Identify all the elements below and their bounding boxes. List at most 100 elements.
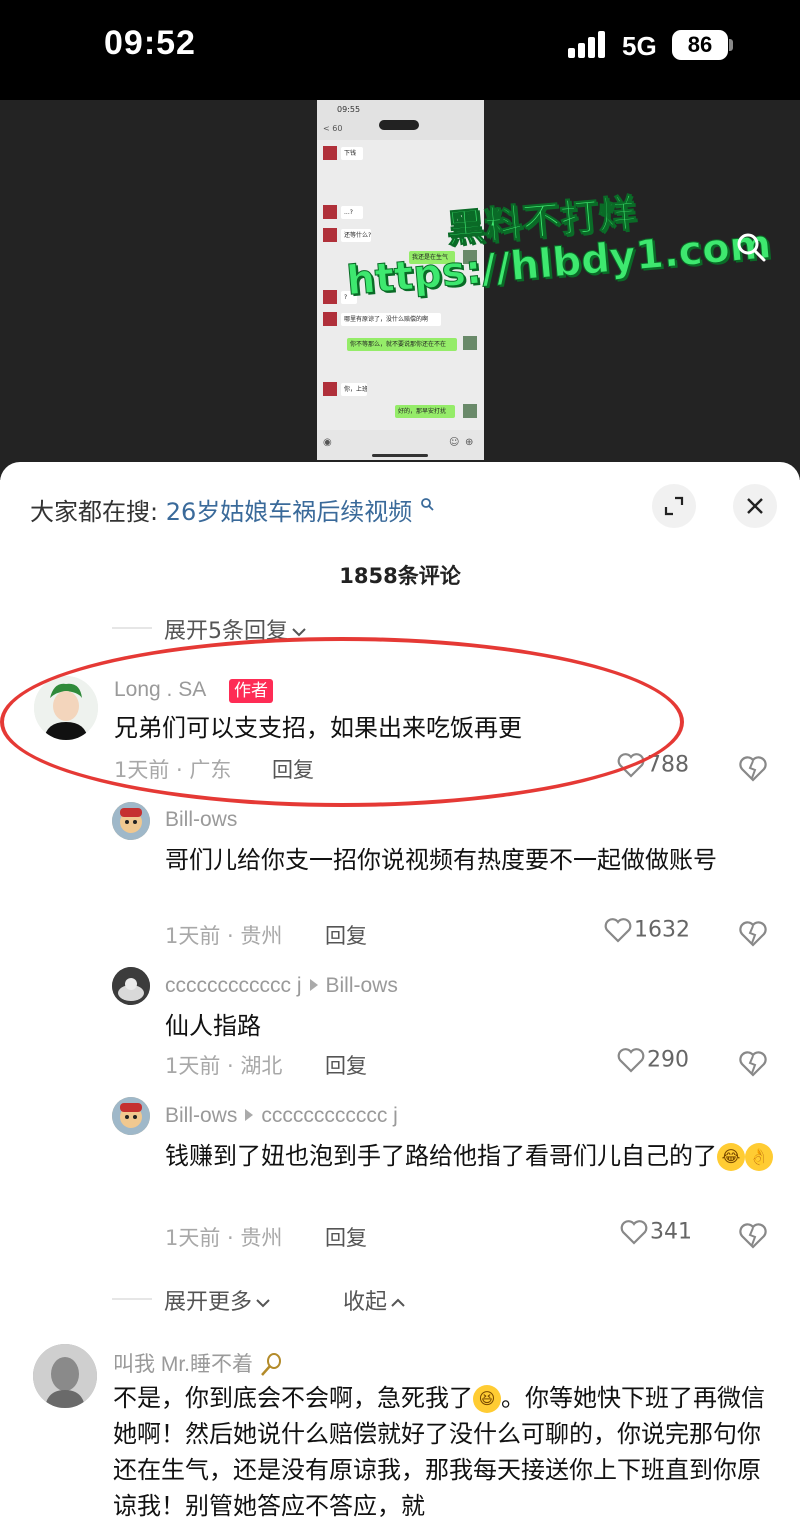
username[interactable]: 叫我 Mr.睡不着 — [113, 1348, 283, 1378]
avatar[interactable] — [112, 1097, 150, 1135]
dislike-icon[interactable] — [738, 1220, 768, 1250]
collapse-label: 收起 — [343, 1290, 388, 1315]
chevron-down-icon — [256, 1299, 270, 1308]
chat-bubble: 你，上班了 — [341, 383, 367, 396]
chat-avatar — [323, 290, 337, 304]
emoji-icon: ☺ — [449, 437, 460, 448]
suggested-search-term[interactable]: 26岁姑娘车祸后续视频 — [166, 498, 413, 526]
network-type: 5G — [622, 31, 657, 61]
comment-text-body: 钱赚到了妞也泡到手了路给他指了看哥们儿自己的了 — [165, 1142, 717, 1170]
reply-button[interactable]: 回复 — [272, 754, 314, 784]
reply-button[interactable]: 回复 — [325, 1050, 367, 1080]
like-button[interactable]: 341 — [620, 1219, 692, 1249]
chat-bubble: 还等什么? — [341, 229, 371, 242]
plus-icon: ⊕ — [465, 437, 474, 448]
username-text: 叫我 Mr.睡不着 — [113, 1353, 253, 1376]
username[interactable]: Bill-ows cccccccccccc j — [165, 1104, 398, 1128]
chat-bubble: 你不等那么，就不要说那你还在不在 — [347, 338, 457, 351]
chat-avatar — [323, 205, 337, 219]
like-count: 1632 — [634, 917, 690, 943]
avatar[interactable] — [34, 676, 98, 740]
heart-icon — [617, 753, 645, 778]
chat-avatar — [463, 404, 477, 418]
expand-more-button[interactable]: 展开更多 — [164, 1284, 270, 1316]
user-avatar-icon — [112, 802, 150, 840]
username[interactable]: Bill-ows — [165, 808, 237, 832]
heart-icon — [617, 1048, 645, 1073]
like-button[interactable]: 788 — [617, 752, 689, 782]
avatar[interactable] — [112, 802, 150, 840]
chat-avatar — [323, 146, 337, 160]
status-time: 09:52 — [104, 24, 196, 62]
redacted-name — [379, 120, 419, 130]
author-badge: 作者 — [229, 679, 273, 703]
reply-button[interactable]: 回复 — [325, 1222, 367, 1252]
username[interactable]: Long . SA — [114, 678, 206, 702]
battery-icon: 86 — [672, 30, 728, 60]
dislike-icon[interactable] — [738, 753, 768, 783]
grinning-emoji-icon: 😆 — [473, 1385, 501, 1413]
status-bar: 09:52 5G 86 — [0, 0, 800, 100]
heart-icon — [604, 918, 632, 943]
search-icon[interactable] — [736, 232, 766, 262]
chat-avatar — [463, 336, 477, 350]
comment-text-part: 不是，你到底会不会啊，急死我了 — [113, 1384, 473, 1412]
comment-meta: 1天前 · 贵州 — [165, 1226, 283, 1250]
username[interactable]: cccccccccccc j Bill-ows — [165, 974, 398, 998]
like-button[interactable]: 290 — [617, 1047, 689, 1077]
chat-input-bar: ◉ ☺ ⊕ — [317, 430, 484, 460]
close-icon — [747, 498, 763, 514]
comment-count: 1858条评论 — [339, 564, 461, 588]
comment-text: 兄弟们可以支支招，如果出来吃饭再更 — [114, 714, 522, 742]
divider — [112, 1298, 152, 1300]
chevron-down-icon — [292, 628, 306, 637]
home-indicator — [372, 454, 428, 457]
divider — [112, 627, 152, 629]
chat-back: < 60 — [323, 124, 343, 133]
reply-to-username[interactable]: Bill-ows — [326, 974, 398, 997]
comments-panel: 大家都在搜: 26岁姑娘车祸后续视频 1858条评论 展开5条回复 Long . — [0, 462, 800, 1523]
chat-avatar — [323, 382, 337, 396]
reply-button[interactable]: 回复 — [325, 920, 367, 950]
chat-bubble: 好的，那早安打扰 — [395, 405, 455, 418]
dislike-icon[interactable] — [738, 1048, 768, 1078]
username-text: Bill-ows — [165, 1104, 238, 1127]
signal-icon — [568, 30, 612, 58]
video-player[interactable]: 09:55 < 60 下钱 ...? 还等什么? 我还是在生气 ? 哪里有原谅了… — [0, 100, 800, 480]
voice-icon: ◉ — [323, 437, 332, 448]
battery-tip — [729, 39, 733, 51]
comment-text: 哥们儿给你支一招你说视频有热度要不一起做做账号 — [165, 846, 717, 874]
username-text: cccccccccccc j — [165, 974, 302, 997]
chat-bubble: 下钱 — [341, 147, 363, 160]
like-count: 290 — [647, 1047, 689, 1073]
comment-text: 不是，你到底会不会啊，急死我了 😆 。你等她快下班了再微信她啊！然后她说什么赔偿就好… — [113, 1380, 773, 1523]
dislike-icon[interactable] — [738, 918, 768, 948]
comment-meta: 1天前 · 广东 — [114, 758, 232, 782]
chevron-up-icon — [391, 1298, 405, 1307]
comment-meta: 1天前 · 贵州 — [165, 924, 283, 948]
user-avatar-icon — [112, 967, 150, 1005]
search-icon — [421, 498, 434, 511]
expand-replies-button[interactable]: 展开5条回复 — [164, 613, 306, 645]
laughing-emoji-icon: 😂 — [717, 1143, 745, 1171]
suggested-search-label: 大家都在搜: — [30, 498, 159, 526]
chat-bubble: 哪里有原谅了，没什么赔偿的啊 — [341, 313, 441, 326]
expand-replies-label: 展开5条回复 — [164, 619, 288, 644]
avatar[interactable] — [33, 1344, 97, 1408]
ok-hand-emoji-icon: 👌 — [745, 1143, 773, 1171]
comment-text: 仙人指路 — [165, 1012, 261, 1040]
reply-to-username[interactable]: cccccccccccc j — [261, 1104, 398, 1127]
avatar[interactable] — [112, 967, 150, 1005]
chat-avatar — [323, 312, 337, 326]
like-count: 788 — [647, 752, 689, 778]
comment-text: 钱赚到了妞也泡到手了路给他指了看哥们儿自己的了 😂 👌 — [165, 1138, 775, 1174]
badminton-racket-icon — [260, 1353, 281, 1377]
user-avatar-icon — [33, 1344, 97, 1408]
collapse-button[interactable]: 收起 — [343, 1284, 405, 1316]
chat-bubble: ...? — [341, 206, 363, 219]
expand-button[interactable] — [652, 484, 696, 528]
like-button[interactable]: 1632 — [604, 917, 690, 947]
reply-arrow-icon — [245, 1109, 254, 1121]
suggested-search[interactable]: 大家都在搜: 26岁姑娘车祸后续视频 — [30, 492, 434, 527]
close-button[interactable] — [733, 484, 777, 528]
